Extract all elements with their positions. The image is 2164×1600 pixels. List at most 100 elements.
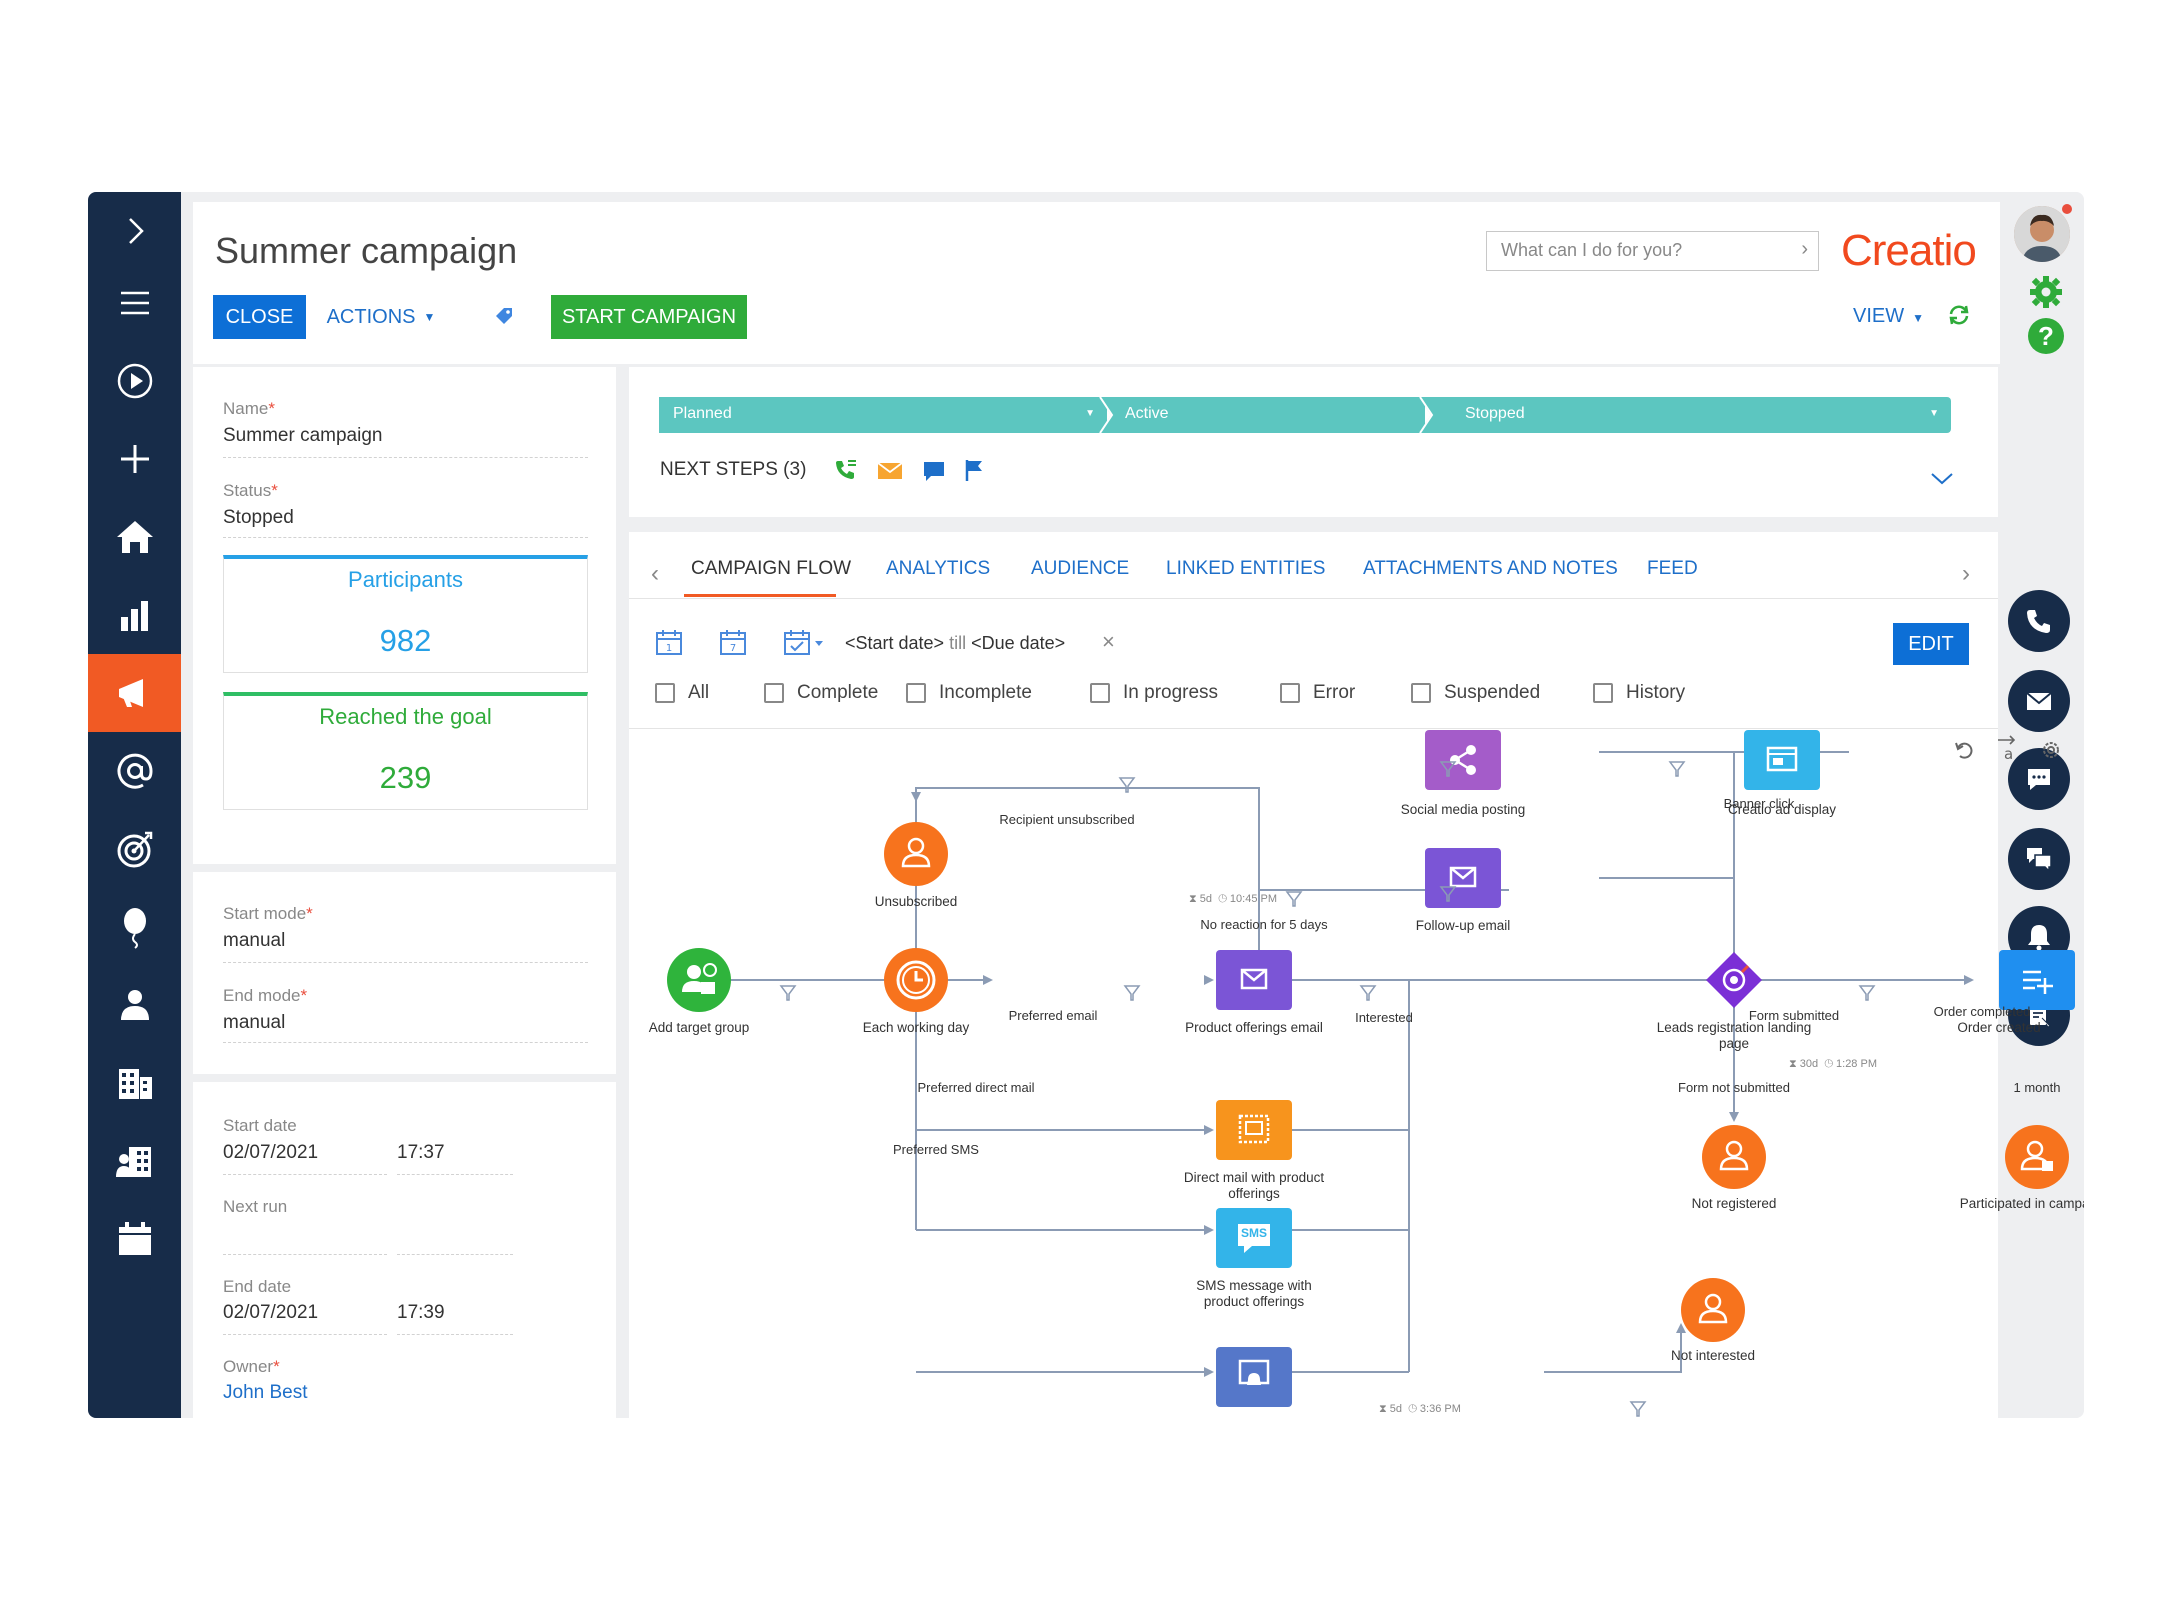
checkbox-box[interactable]	[1280, 683, 1300, 703]
day-calendar-icon[interactable]: 1	[655, 628, 683, 661]
ad-display-node[interactable]	[1744, 730, 1820, 790]
content-node[interactable]	[1216, 1347, 1292, 1407]
tab-feed[interactable]: FEED	[1647, 558, 1698, 580]
ad-display-icon	[1766, 746, 1798, 772]
edit-button[interactable]: EDIT	[1893, 623, 1969, 665]
contact-icon[interactable]	[88, 966, 181, 1044]
checkbox-box[interactable]	[906, 683, 926, 703]
stage-planned[interactable]: Planned ▼	[659, 397, 1107, 433]
clear-filter-close-icon[interactable]: ×	[1102, 629, 1115, 655]
date-range-icon[interactable]	[783, 628, 827, 661]
actions-button[interactable]: ACTIONS ▼	[321, 295, 441, 339]
checkbox-in-progress[interactable]: In progress	[1090, 682, 1218, 704]
person-group-icon	[2020, 1140, 2053, 1171]
target-icon[interactable]	[88, 810, 181, 888]
email-icon[interactable]	[2008, 670, 2070, 732]
start-time-field[interactable]: 17:37	[397, 1142, 445, 1164]
not-interested-node[interactable]	[1681, 1278, 1745, 1342]
start-campaign-button[interactable]: START CAMPAIGN	[551, 295, 747, 339]
phone-icon[interactable]	[2008, 590, 2070, 652]
close-button[interactable]: CLOSE	[213, 295, 306, 339]
status-field[interactable]: Stopped	[223, 507, 294, 529]
week-calendar-icon[interactable]: 7	[719, 628, 747, 661]
tag-icon[interactable]	[493, 305, 515, 332]
calendar-icon[interactable]	[88, 1200, 181, 1278]
refresh-icon[interactable]	[1946, 302, 1972, 333]
contacts-building-icon[interactable]	[88, 1122, 181, 1200]
play-icon[interactable]	[88, 342, 181, 420]
home-icon[interactable]	[88, 498, 181, 576]
landing-page-node[interactable]	[1704, 950, 1764, 1010]
participants-widget[interactable]: Participants 982	[223, 555, 588, 673]
order-created-node[interactable]	[1999, 950, 2075, 1010]
next-run-date-field[interactable]	[223, 1254, 387, 1255]
follow-up-email-node[interactable]	[1425, 848, 1501, 908]
date-filter[interactable]: <Start date> till <Due date>	[845, 633, 1065, 654]
name-field[interactable]: Summer campaign	[223, 425, 382, 447]
text-direction-icon[interactable]: a	[1996, 734, 2020, 767]
campaigns-megaphone-icon[interactable]	[88, 654, 181, 732]
avatar[interactable]	[2014, 206, 2070, 262]
not-registered-node[interactable]	[1702, 1125, 1766, 1189]
tab-attachments-notes[interactable]: ATTACHMENTS AND NOTES	[1363, 558, 1618, 580]
add-target-group-node[interactable]	[667, 948, 731, 1012]
unsubscribed-node[interactable]	[884, 822, 948, 886]
checkbox-suspended[interactable]: Suspended	[1411, 682, 1540, 704]
tab-audience[interactable]: AUDIENCE	[1031, 558, 1129, 580]
view-button[interactable]: VIEW ▼	[1853, 305, 1924, 328]
checkbox-history[interactable]: History	[1593, 682, 1685, 704]
envelope-icon[interactable]	[877, 461, 903, 486]
each-working-day-node[interactable]	[884, 948, 948, 1012]
next-steps-label[interactable]: NEXT STEPS (3)	[660, 459, 806, 481]
checkbox-all[interactable]: All	[655, 682, 709, 704]
balloon-icon[interactable]	[88, 888, 181, 966]
settings-gear-icon[interactable]	[2039, 738, 2063, 767]
checkbox-box[interactable]	[1090, 683, 1110, 703]
chevron-right-icon[interactable]: ›	[1962, 560, 1970, 588]
chevron-down-icon[interactable]	[1929, 471, 1955, 492]
dashboard-icon[interactable]	[88, 576, 181, 654]
undo-icon[interactable]	[1952, 738, 1976, 767]
command-search-input[interactable]: What can I do for you? ›	[1486, 231, 1819, 271]
checkbox-box[interactable]	[655, 683, 675, 703]
flag-icon[interactable]	[963, 458, 985, 487]
social-media-node[interactable]	[1425, 730, 1501, 790]
expand-icon[interactable]	[88, 192, 181, 270]
stage-stopped[interactable]: Stopped ▼	[1445, 397, 1951, 433]
feed-chat-icon[interactable]	[2008, 828, 2070, 890]
checkbox-box[interactable]	[764, 683, 784, 703]
stage-active[interactable]: Active	[1125, 397, 1425, 433]
add-icon[interactable]	[88, 420, 181, 498]
direct-mail-node[interactable]	[1216, 1100, 1292, 1160]
message-icon[interactable]	[922, 460, 946, 487]
checkbox-incomplete[interactable]: Incomplete	[906, 682, 1032, 704]
owner-link[interactable]: John Best	[223, 1382, 308, 1404]
accounts-building-icon[interactable]	[88, 1044, 181, 1122]
campaign-flow-canvas[interactable]: Add target group Each working day Unsubs…	[629, 730, 2084, 1418]
reached-goal-widget[interactable]: Reached the goal 239	[223, 692, 588, 810]
start-mode-field[interactable]: manual	[223, 930, 285, 952]
checkbox-error[interactable]: Error	[1280, 682, 1355, 704]
checkbox-box[interactable]	[1411, 683, 1431, 703]
email-at-icon[interactable]	[88, 732, 181, 810]
help-icon[interactable]: ?	[2028, 318, 2064, 354]
start-date-field[interactable]: 02/07/2021	[223, 1142, 318, 1164]
product-email-node[interactable]	[1216, 950, 1292, 1010]
settings-gear-icon[interactable]	[2028, 274, 2064, 315]
tab-analytics[interactable]: ANALYTICS	[886, 558, 990, 580]
end-mode-field[interactable]: manual	[223, 1012, 285, 1034]
participated-node[interactable]	[2005, 1125, 2069, 1189]
checkbox-complete[interactable]: Complete	[764, 682, 878, 704]
chevron-left-icon[interactable]: ‹	[651, 560, 659, 588]
tab-campaign-flow[interactable]: CAMPAIGN FLOW	[691, 558, 851, 580]
chevron-right-icon[interactable]: ›	[1801, 238, 1808, 261]
sms-node[interactable]: SMS	[1216, 1208, 1292, 1268]
person-icon	[1698, 1293, 1728, 1324]
menu-icon[interactable]	[88, 264, 181, 342]
tab-linked-entities[interactable]: LINKED ENTITIES	[1166, 558, 1325, 580]
next-run-time-field[interactable]	[397, 1254, 513, 1255]
checkbox-box[interactable]	[1593, 683, 1613, 703]
call-icon[interactable]	[834, 458, 858, 487]
end-date-field[interactable]: 02/07/2021	[223, 1302, 318, 1324]
end-time-field[interactable]: 17:39	[397, 1302, 445, 1324]
